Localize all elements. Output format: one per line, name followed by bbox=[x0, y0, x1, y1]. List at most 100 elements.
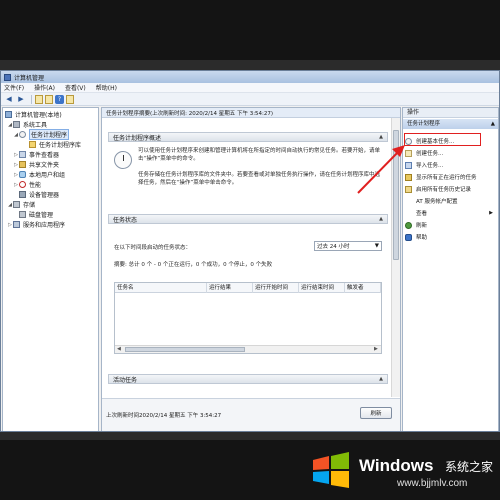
computer-icon bbox=[5, 111, 12, 118]
help-icon bbox=[405, 233, 412, 241]
menu-file[interactable]: 文件(F) bbox=[4, 83, 24, 92]
tree-item-task-library[interactable]: 任务计划程序库 bbox=[29, 140, 81, 149]
event-log-icon bbox=[19, 151, 26, 158]
toolbar-separator bbox=[31, 94, 32, 104]
column-run-result[interactable]: 运行结果 bbox=[207, 283, 253, 293]
import-task-action[interactable]: 导入任务... bbox=[405, 160, 497, 170]
help-action[interactable]: 帮助 bbox=[405, 232, 497, 242]
back-arrow-icon[interactable]: ◀ bbox=[4, 95, 14, 104]
tree-item-disk-management[interactable]: 磁盘管理 bbox=[19, 210, 53, 219]
overview-text-2: 任务存储在任务计划程序库的文件夹中。若要查看或对单独任务执行操作，请在任务计划程… bbox=[138, 172, 381, 186]
windows-logo-icon bbox=[313, 452, 349, 488]
active-tasks-section-header[interactable]: 活动任务 ▲ bbox=[108, 374, 388, 384]
scroll-right-icon[interactable]: ▶ bbox=[374, 346, 378, 352]
table-header: 任务名 运行结果 运行开始时间 运行结束时间 触发者 bbox=[115, 283, 381, 293]
action-label: 创建任务... bbox=[416, 151, 444, 157]
action-label: 刷新 bbox=[416, 223, 428, 229]
tree-item-label: 任务计划程序库 bbox=[39, 142, 82, 149]
tree-item-services-apps[interactable]: ▷ 服务和应用程序 bbox=[7, 220, 65, 229]
menu-view[interactable]: 查看(V) bbox=[65, 83, 86, 92]
status-summary: 摘要: 总计 0 个 - 0 个正在运行，0 个成功，0 个停止，0 个失败 bbox=[114, 262, 273, 268]
window-title: 计算机管理 bbox=[14, 74, 45, 82]
highlight-box bbox=[404, 133, 481, 146]
device-icon bbox=[19, 191, 26, 198]
actions-section-task-scheduler[interactable]: 任务计划程序 ▲ bbox=[403, 119, 498, 129]
chevron-down-icon: ▼ bbox=[374, 243, 379, 249]
vertical-scrollbar[interactable] bbox=[391, 118, 400, 397]
tree-item-device-manager[interactable]: 设备管理器 bbox=[19, 190, 59, 199]
menu-help[interactable]: 帮助(H) bbox=[96, 83, 117, 92]
time-range-dropdown[interactable]: 过去 24 小时 ▼ bbox=[314, 241, 382, 251]
tree-item-label: 共享文件夹 bbox=[29, 162, 60, 169]
show-action-pane-icon[interactable] bbox=[66, 94, 74, 104]
column-run-end[interactable]: 运行结束时间 bbox=[299, 283, 345, 293]
tree-item-storage[interactable]: ◢ 存储 bbox=[7, 200, 35, 209]
tree-item-label: 本地用户和组 bbox=[29, 172, 66, 179]
submenu-arrow-icon: ▶ bbox=[489, 210, 493, 216]
show-running-tasks-action[interactable]: 显示所有正在运行的任务 bbox=[405, 172, 497, 182]
site-watermark: Windows 系统之家 www.bjjmlv.com bbox=[303, 446, 497, 496]
folder-icon bbox=[29, 141, 36, 148]
action-label: 帮助 bbox=[416, 235, 428, 241]
summary-scroll-area: 任务计划程序概述 ▲ 可以使用任务计划程序来创建和管理计算机将在所指定的时间自动… bbox=[102, 118, 390, 397]
shared-folder-icon bbox=[19, 161, 26, 168]
users-icon bbox=[19, 171, 26, 178]
summary-header: 任务计划程序摘要(上次刷新时间: 2020/2/14 星期五 下午 3:54:2… bbox=[102, 108, 400, 118]
column-run-start[interactable]: 运行开始时间 bbox=[253, 283, 299, 293]
collapse-caret-icon[interactable]: ▲ bbox=[491, 119, 495, 129]
import-icon bbox=[405, 161, 412, 169]
overview-section-header[interactable]: 任务计划程序概述 ▲ bbox=[108, 132, 388, 142]
tree-item-label: 磁盘管理 bbox=[29, 212, 54, 219]
tree-item-label: 服务和应用程序 bbox=[23, 222, 66, 229]
tree-item-label: 存储 bbox=[23, 202, 36, 209]
tree-item-task-scheduler[interactable]: ◢ 任务计划程序 bbox=[13, 129, 70, 140]
tree-item-shared-folders[interactable]: ▷ 共享文件夹 bbox=[13, 160, 59, 169]
horizontal-scrollbar[interactable]: ◀ ▶ bbox=[115, 345, 381, 353]
refresh-action[interactable]: 刷新 bbox=[405, 220, 497, 230]
column-triggered-by[interactable]: 触发者 bbox=[345, 283, 381, 293]
enable-history-action[interactable]: 启用所有任务历史记录 bbox=[405, 184, 497, 194]
tree-item-computer-management[interactable]: 计算机管理(本地) bbox=[5, 110, 62, 119]
refresh-icon bbox=[405, 221, 412, 229]
column-task-name[interactable]: 任务名 bbox=[115, 283, 207, 293]
summary-footer: 上次刷新时间2020/2/14 星期五 下午 3:54:27 刷新 bbox=[102, 398, 400, 431]
action-label: AT 服务帐户配置 bbox=[416, 199, 458, 205]
create-task-action[interactable]: 创建任务... bbox=[405, 148, 497, 158]
tree-item-label: 事件查看器 bbox=[29, 152, 60, 159]
collapse-caret-icon[interactable]: ▲ bbox=[379, 216, 383, 222]
tree-item-system-tools[interactable]: ◢ 系统工具 bbox=[7, 120, 47, 129]
services-icon bbox=[13, 221, 20, 228]
help-icon[interactable]: ? bbox=[55, 94, 64, 104]
scroll-thumb[interactable] bbox=[393, 130, 399, 260]
storage-icon bbox=[13, 201, 20, 208]
tree-item-local-users[interactable]: ▷ 本地用户和组 bbox=[13, 170, 65, 179]
tree-item-event-viewer[interactable]: ▷ 事件查看器 bbox=[13, 150, 59, 159]
title-bar: 计算机管理 bbox=[1, 71, 499, 83]
active-tasks-title: 活动任务 bbox=[113, 376, 138, 384]
scroll-left-icon[interactable]: ◀ bbox=[117, 346, 121, 352]
action-label: 导入任务... bbox=[416, 163, 444, 169]
menu-action[interactable]: 操作(A) bbox=[34, 83, 55, 92]
task-scheduler-summary-pane: 任务计划程序摘要(上次刷新时间: 2020/2/14 星期五 下午 3:54:2… bbox=[101, 107, 401, 431]
view-action[interactable]: 查看 ▶ bbox=[405, 208, 497, 218]
refresh-button[interactable]: 刷新 bbox=[360, 407, 392, 419]
disk-icon bbox=[19, 211, 26, 218]
tree-item-label: 性能 bbox=[29, 182, 42, 189]
action-label: 查看 bbox=[416, 211, 428, 217]
properties-icon[interactable] bbox=[45, 94, 53, 104]
at-service-account-action[interactable]: AT 服务帐户配置 bbox=[405, 196, 497, 206]
forward-arrow-icon[interactable]: ▶ bbox=[16, 95, 26, 104]
collapse-caret-icon[interactable]: ▲ bbox=[379, 134, 383, 140]
menu-bar: 文件(F) 操作(A) 查看(V) 帮助(H) bbox=[1, 83, 499, 93]
status-filter-label: 在以下时间段启动的任务状态： bbox=[114, 245, 192, 251]
status-section-header[interactable]: 任务状态 ▲ bbox=[108, 214, 388, 224]
last-refresh-text: 上次刷新时间2020/2/14 星期五 下午 3:54:27 bbox=[106, 413, 222, 419]
tree-item-performance[interactable]: ▷ 性能 bbox=[13, 180, 41, 189]
clock-icon bbox=[19, 131, 26, 138]
scroll-thumb[interactable] bbox=[125, 347, 245, 352]
console-tree-icon[interactable] bbox=[35, 94, 43, 104]
computer-management-window: 计算机管理 文件(F) 操作(A) 查看(V) 帮助(H) ◀ ▶ ? 计算机管… bbox=[0, 70, 500, 432]
tree-item-label: 设备管理器 bbox=[29, 192, 60, 199]
collapse-caret-icon[interactable]: ▲ bbox=[379, 376, 383, 382]
running-tasks-icon bbox=[405, 173, 412, 181]
